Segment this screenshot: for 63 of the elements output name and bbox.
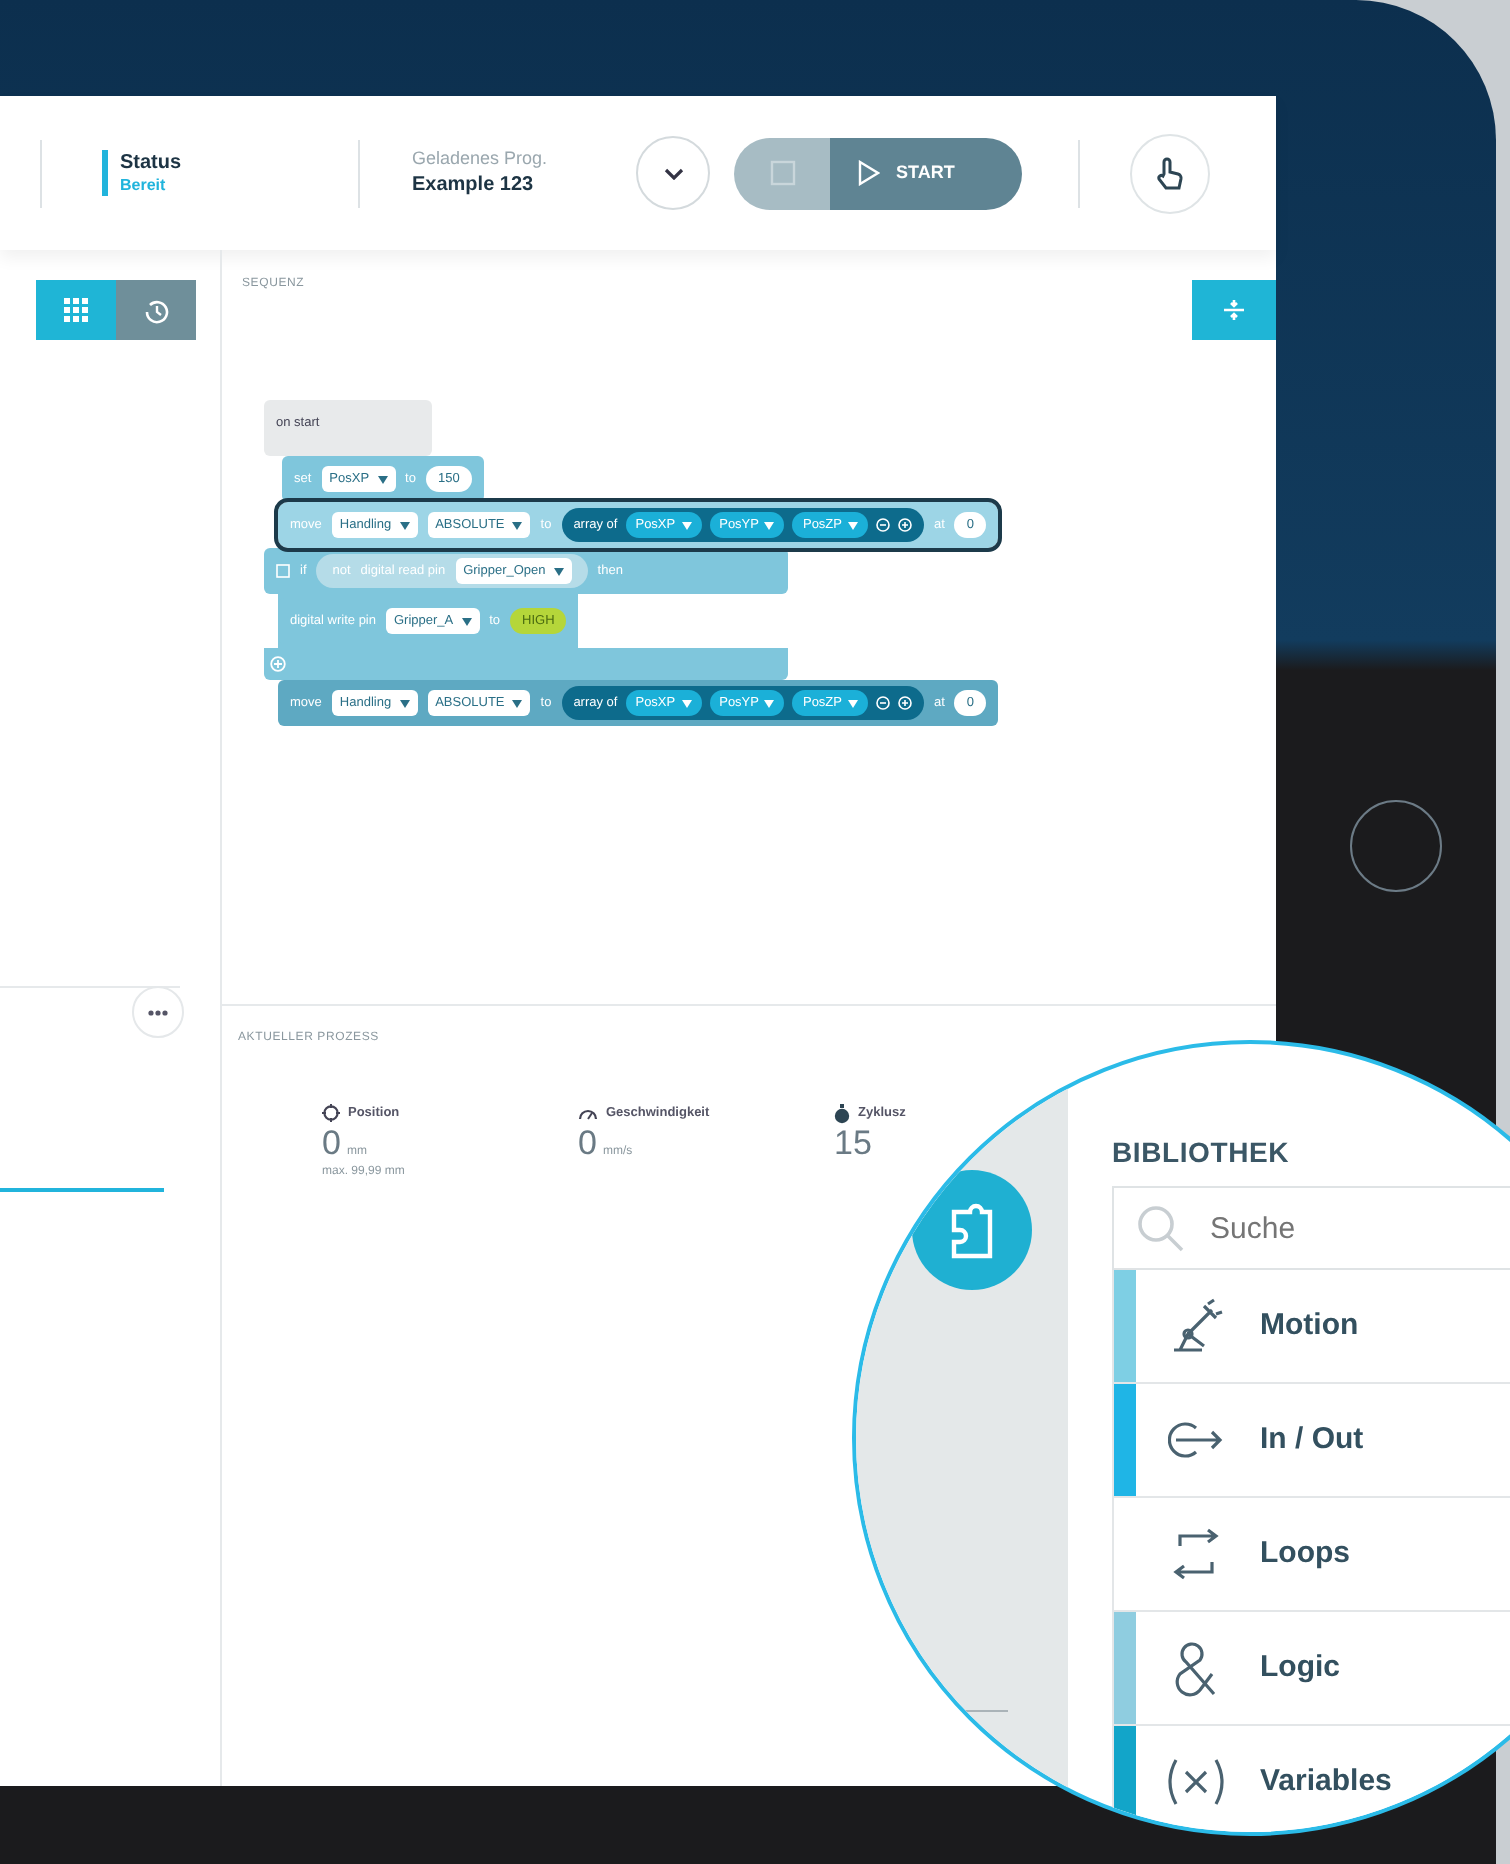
view-toggle-button[interactable] bbox=[116, 280, 196, 340]
robot-arm-icon bbox=[1168, 1298, 1224, 1354]
caret-down-icon bbox=[399, 699, 410, 707]
chevron-down-icon bbox=[663, 167, 683, 179]
category-label: In / Out bbox=[1260, 1419, 1364, 1460]
category-label: Loops bbox=[1260, 1533, 1350, 1574]
variable-icon bbox=[1162, 1758, 1230, 1806]
crosshair-icon bbox=[322, 1104, 340, 1123]
category-label: Motion bbox=[1260, 1305, 1359, 1346]
library-category[interactable]: Motion bbox=[1112, 1270, 1510, 1384]
caret-down-icon bbox=[399, 521, 410, 529]
caret-down-icon bbox=[848, 699, 858, 707]
add-icon bbox=[270, 656, 286, 672]
view-toggle-button[interactable] bbox=[36, 280, 116, 340]
search-icon bbox=[1136, 1204, 1184, 1252]
caret-down-icon bbox=[512, 521, 523, 529]
circle-arrow-icon bbox=[1168, 1418, 1224, 1462]
library-category[interactable]: Loops bbox=[1112, 1498, 1510, 1612]
caret-down-icon bbox=[553, 567, 564, 575]
stopwatch-icon bbox=[834, 1104, 850, 1124]
library-category[interactable]: Logic bbox=[1112, 1612, 1510, 1726]
align-center-icon bbox=[1222, 298, 1246, 322]
stop-icon bbox=[769, 160, 795, 186]
caret-down-icon bbox=[512, 699, 523, 707]
caret-down-icon bbox=[377, 475, 388, 483]
caret-down-icon bbox=[764, 699, 775, 707]
hand-pointer-button[interactable] bbox=[1130, 133, 1210, 213]
minus-icon bbox=[876, 518, 890, 532]
search-field[interactable]: Suche bbox=[1112, 1186, 1510, 1270]
gauge-icon bbox=[578, 1106, 598, 1121]
home-button-drawing bbox=[1350, 800, 1442, 892]
category-label: Variables bbox=[1260, 1761, 1392, 1802]
program-name: Example 123 bbox=[412, 171, 536, 200]
grid-icon bbox=[64, 298, 88, 322]
puzzle-icon bbox=[946, 1200, 998, 1260]
more-icon bbox=[148, 1009, 168, 1016]
plus-icon bbox=[898, 518, 912, 532]
hand-pointer-icon bbox=[1154, 155, 1186, 191]
caret-down-icon bbox=[681, 521, 692, 529]
status-label: Status bbox=[120, 149, 182, 176]
caret-down-icon bbox=[461, 617, 472, 625]
plus-icon bbox=[898, 696, 912, 710]
loop-arrows-icon bbox=[1168, 1528, 1224, 1580]
status-bar-indicator bbox=[102, 149, 108, 197]
program-label: Geladenes Prog. bbox=[412, 146, 550, 172]
library-category[interactable]: In / Out bbox=[1112, 1384, 1510, 1498]
caret-down-icon bbox=[681, 699, 692, 707]
stat-value: 15 bbox=[834, 1124, 872, 1165]
history-icon bbox=[143, 297, 169, 323]
more-button[interactable] bbox=[132, 986, 184, 1038]
stat-value: 0 bbox=[322, 1123, 341, 1165]
start-button[interactable]: START bbox=[830, 137, 1022, 209]
minus-icon bbox=[876, 696, 890, 710]
align-button[interactable] bbox=[1192, 280, 1276, 340]
stat-value: 0 bbox=[578, 1123, 597, 1165]
play-icon bbox=[858, 160, 880, 186]
caret-down-icon bbox=[764, 521, 775, 529]
library-title: BIBLIOTHEK bbox=[1112, 1134, 1292, 1172]
stop-button[interactable] bbox=[734, 137, 830, 209]
dropdown-button[interactable] bbox=[636, 136, 710, 210]
caret-down-icon bbox=[848, 521, 858, 529]
category-label: Logic bbox=[1260, 1647, 1340, 1688]
status-value: Bereit bbox=[120, 175, 168, 197]
